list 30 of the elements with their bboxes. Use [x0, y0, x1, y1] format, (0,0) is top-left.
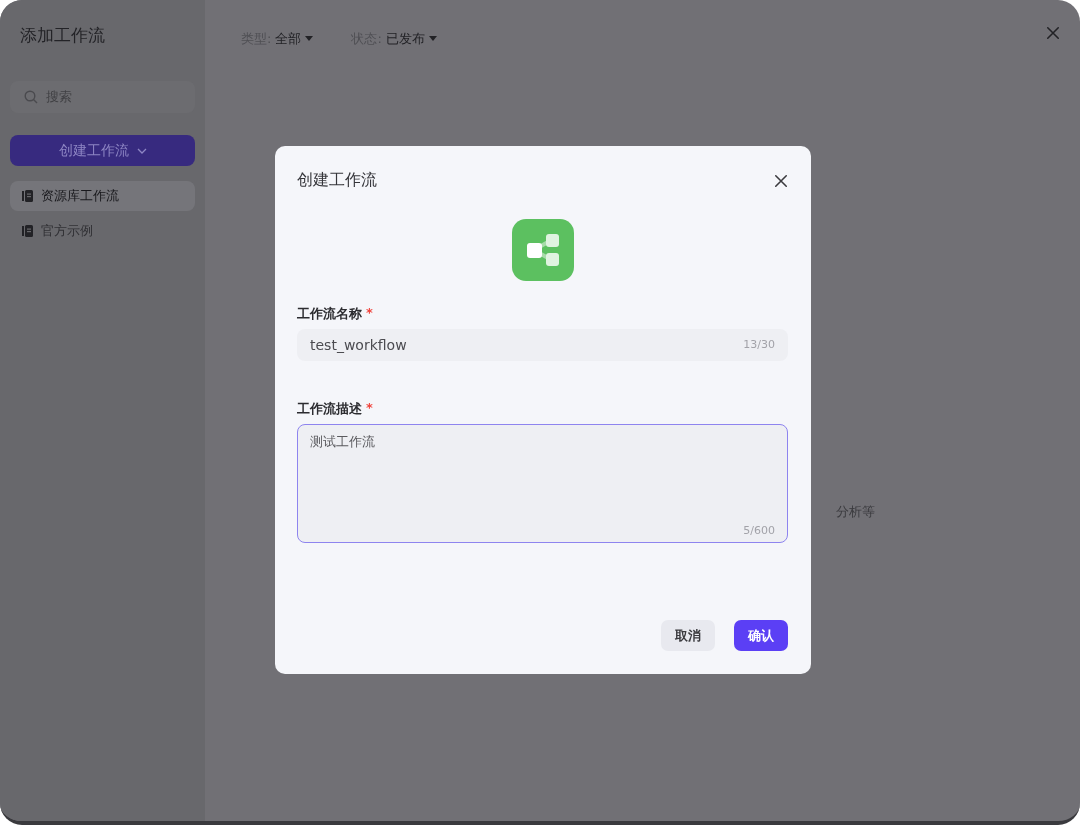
- caret-icon: [428, 36, 437, 42]
- sidebar-item[interactable]: 资源库工作流: [10, 181, 195, 211]
- search-icon: [24, 90, 38, 104]
- close-button[interactable]: [1046, 26, 1062, 42]
- field-label: 工作流名称: [297, 305, 362, 323]
- confirm-button[interactable]: 确认: [734, 620, 788, 651]
- character-count: 13/30: [743, 338, 775, 351]
- document-icon: [22, 225, 33, 237]
- field-value: test_workflow: [310, 337, 407, 353]
- dialog-title: 创建工作流: [297, 170, 377, 191]
- required-mark: *: [366, 305, 373, 322]
- document-icon: [22, 190, 33, 202]
- caret-icon: [305, 36, 314, 42]
- description-field[interactable]: 测试工作流 5/600: [297, 424, 788, 543]
- field-value: 测试工作流: [310, 433, 375, 451]
- filter-dropdown[interactable]: 全部: [275, 30, 302, 48]
- sidebar-item-label: 资源库工作流: [41, 187, 119, 205]
- filter-dropdown[interactable]: 已发布: [385, 30, 425, 48]
- create-workflow-button[interactable]: 创建工作流: [10, 135, 195, 166]
- close-icon: [774, 173, 788, 188]
- panel-title: 添加工作流: [19, 24, 106, 47]
- name-field[interactable]: test_workflow 13/30: [297, 329, 788, 361]
- dialog-close-button[interactable]: [774, 173, 788, 188]
- workflow-icon: [511, 219, 574, 281]
- character-count: 5/600: [743, 524, 775, 537]
- field-label: 工作流描述: [297, 400, 362, 418]
- chevron-icon: [136, 147, 147, 154]
- close-icon: [1046, 26, 1060, 40]
- cancel-button[interactable]: 取消: [661, 620, 715, 651]
- required-mark: *: [366, 400, 373, 417]
